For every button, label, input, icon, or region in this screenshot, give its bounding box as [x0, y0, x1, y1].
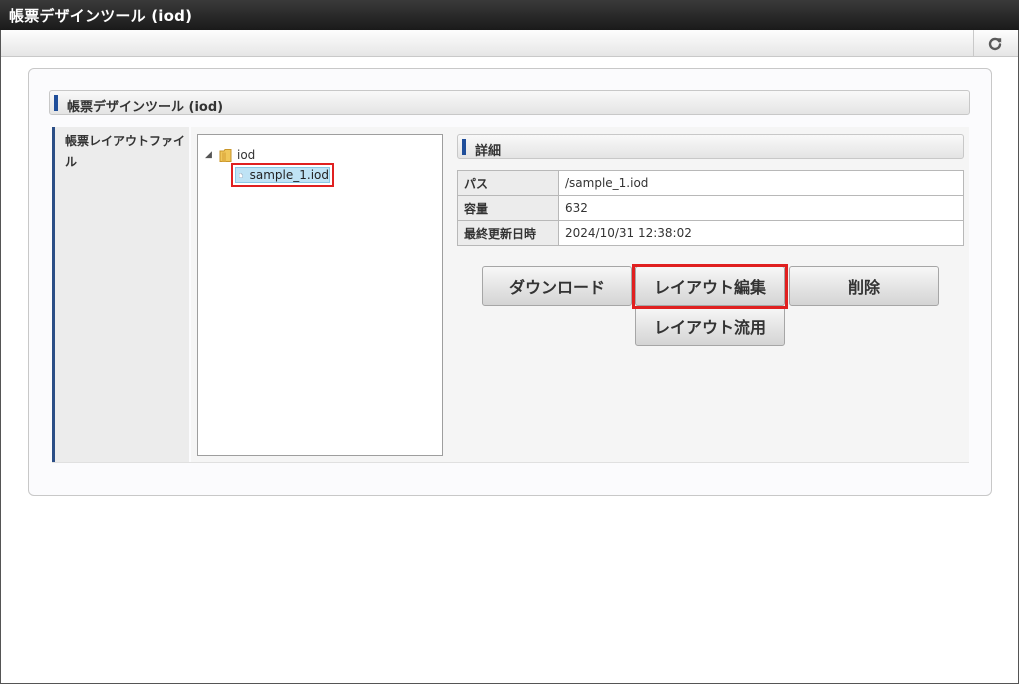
- detail-table: パス /sample_1.iod 容量 632 最終更新日時 2024/10/3…: [457, 170, 964, 246]
- detail-value-size: 632: [558, 195, 964, 221]
- panel-header-accent: [54, 95, 58, 111]
- tree-node-sample-file[interactable]: sample_1.iod: [231, 163, 334, 187]
- detail-key-size: 容量: [457, 195, 559, 221]
- detail-key-modified: 最終更新日時: [457, 220, 559, 246]
- window-title: 帳票デザインツール (iod): [0, 0, 1019, 30]
- tree-node-root[interactable]: ◢ iod: [205, 146, 255, 164]
- tree-node-label[interactable]: iod: [237, 148, 255, 162]
- form-label: 帳票レイアウトファイル: [65, 134, 186, 169]
- reuse-layout-button[interactable]: レイアウト流用: [635, 306, 785, 346]
- panel-title: 帳票デザインツール (iod): [67, 100, 224, 115]
- detail-header: 詳細: [457, 134, 964, 159]
- detail-header-accent: [462, 139, 466, 155]
- refresh-icon: [988, 37, 1001, 50]
- detail-key-path: パス: [457, 170, 559, 196]
- table-row: パス /sample_1.iod: [457, 170, 964, 196]
- refresh-button[interactable]: [973, 30, 1015, 57]
- toolbar: [1, 30, 1018, 57]
- file-icon: [239, 172, 243, 178]
- tree-node-selection[interactable]: sample_1.iod: [235, 167, 330, 183]
- tree-node-file-label[interactable]: sample_1.iod: [250, 168, 329, 182]
- edit-layout-button[interactable]: レイアウト編集: [635, 266, 785, 306]
- detail-value-modified: 2024/10/31 12:38:02: [558, 220, 964, 246]
- folder-icon: [219, 148, 232, 162]
- delete-button[interactable]: 削除: [789, 266, 939, 306]
- download-button[interactable]: ダウンロード: [482, 266, 632, 306]
- table-row: 最終更新日時 2024/10/31 12:38:02: [457, 220, 964, 246]
- expand-toggle-icon[interactable]: ◢: [205, 150, 213, 160]
- detail-value-path: /sample_1.iod: [558, 170, 964, 196]
- panel-header: 帳票デザインツール (iod): [49, 90, 970, 115]
- form-label-cell: 帳票レイアウトファイル: [52, 127, 189, 462]
- detail-title: 詳細: [475, 144, 502, 159]
- table-row: 容量 632: [457, 195, 964, 221]
